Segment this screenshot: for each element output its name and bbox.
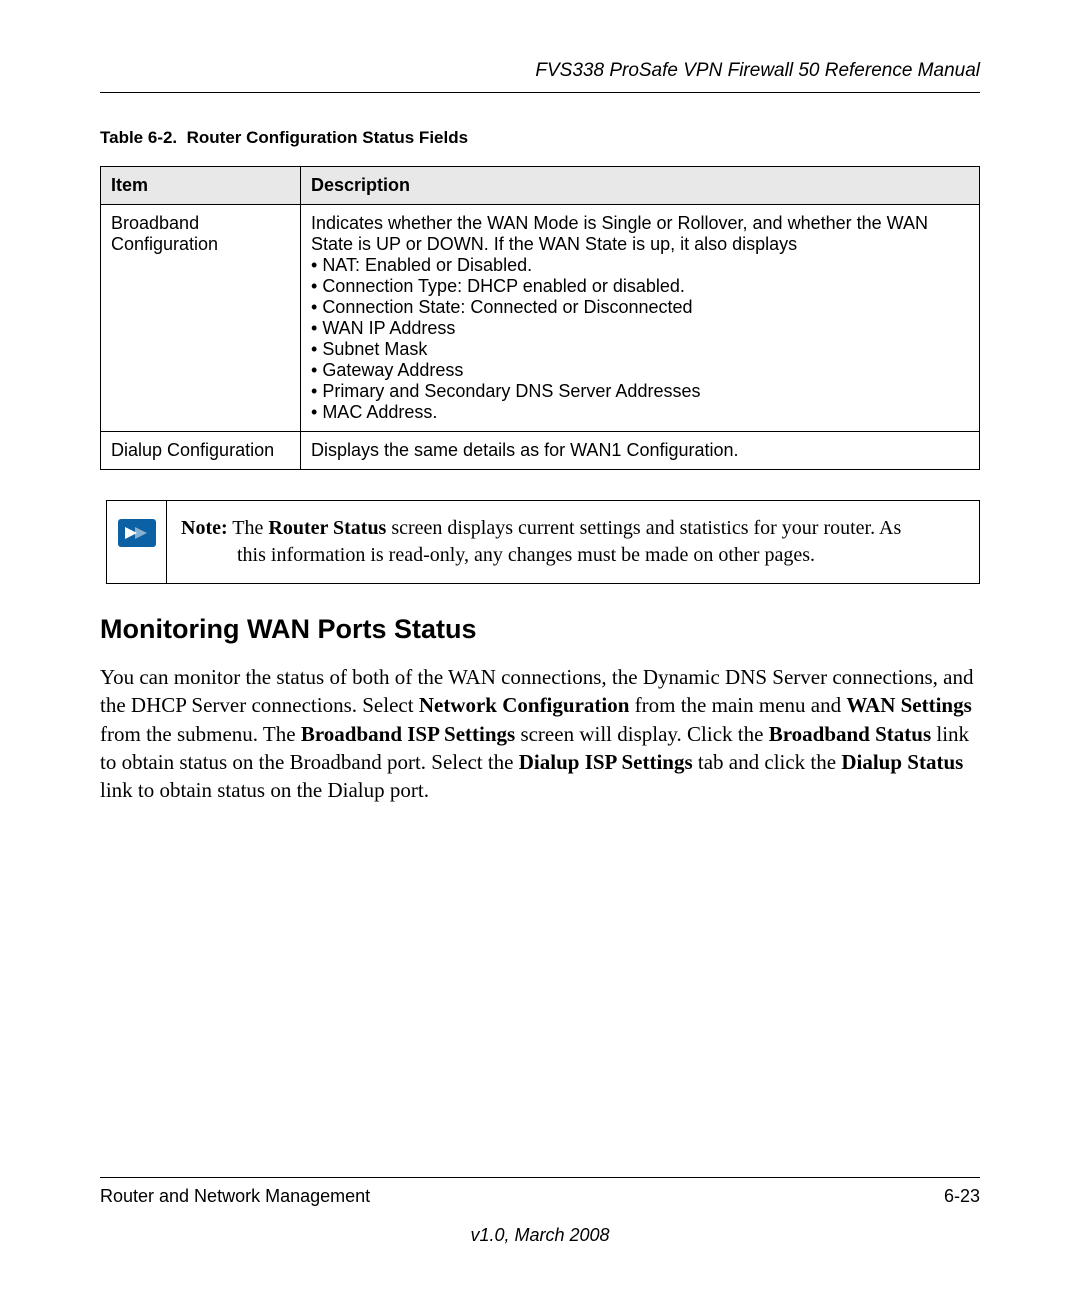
para-bold: Broadband ISP Settings bbox=[301, 722, 515, 746]
section-heading: Monitoring WAN Ports Status bbox=[100, 614, 980, 645]
footer-page: 6-23 bbox=[944, 1186, 980, 1207]
note-bold1: Router Status bbox=[268, 517, 386, 539]
bullet: NAT: Enabled or Disabled. bbox=[311, 255, 969, 276]
page-footer: Router and Network Management 6-23 v1.0,… bbox=[100, 1177, 980, 1246]
caption-prefix: Table 6-2. bbox=[100, 128, 177, 147]
bullet: Subnet Mask bbox=[311, 339, 969, 360]
table-row: Dialup Configuration Displays the same d… bbox=[101, 432, 980, 470]
desc-intro: Indicates whether the WAN Mode is Single… bbox=[311, 213, 969, 255]
para-bold: Dialup Status bbox=[841, 750, 963, 774]
para-bold: WAN Settings bbox=[846, 693, 971, 717]
bullet: Primary and Secondary DNS Server Address… bbox=[311, 381, 969, 402]
note-t2: screen displays current settings and sta… bbox=[386, 517, 901, 539]
cell-desc: Displays the same details as for WAN1 Co… bbox=[301, 432, 980, 470]
note-text: Note: The Router Status screen displays … bbox=[167, 501, 915, 583]
body-paragraph: You can monitor the status of both of th… bbox=[100, 663, 980, 805]
page-header: FVS338 ProSafe VPN Firewall 50 Reference… bbox=[100, 60, 980, 93]
bullet: MAC Address. bbox=[311, 402, 969, 423]
header-title: FVS338 ProSafe VPN Firewall 50 Reference… bbox=[535, 60, 980, 81]
note-line2: this information is read-only, any chang… bbox=[181, 542, 901, 569]
bullet: Gateway Address bbox=[311, 360, 969, 381]
table-caption: Table 6-2. Router Configuration Status F… bbox=[100, 128, 980, 148]
para-bold: Broadband Status bbox=[769, 722, 931, 746]
note-t1: The bbox=[228, 517, 269, 539]
arrow-right-icon bbox=[118, 519, 156, 547]
col-item: Item bbox=[101, 167, 301, 205]
footer-chapter: Router and Network Management bbox=[100, 1186, 370, 1207]
note-label: Note: bbox=[181, 517, 228, 539]
para-bold: Network Configuration bbox=[419, 693, 630, 717]
bullet: Connection Type: DHCP enabled or disable… bbox=[311, 276, 969, 297]
cell-item: Broadband Configuration bbox=[101, 205, 301, 432]
cell-item: Dialup Configuration bbox=[101, 432, 301, 470]
para-bold: Dialup ISP Settings bbox=[519, 750, 693, 774]
col-description: Description bbox=[301, 167, 980, 205]
cell-desc: Indicates whether the WAN Mode is Single… bbox=[301, 205, 980, 432]
para-text: from the main menu and bbox=[629, 693, 846, 717]
para-text: tab and click the bbox=[693, 750, 842, 774]
bullet: WAN IP Address bbox=[311, 318, 969, 339]
status-fields-table: Item Description Broadband Configuration… bbox=[100, 166, 980, 470]
para-text: link to obtain status on the Dialup port… bbox=[100, 778, 429, 802]
desc-bullets: NAT: Enabled or Disabled. Connection Typ… bbox=[311, 255, 969, 423]
footer-version: v1.0, March 2008 bbox=[100, 1225, 980, 1246]
para-text: from the submenu. The bbox=[100, 722, 301, 746]
table-row: Broadband Configuration Indicates whethe… bbox=[101, 205, 980, 432]
caption-title: Router Configuration Status Fields bbox=[187, 128, 468, 147]
note-icon-cell bbox=[107, 501, 167, 583]
para-text: screen will display. Click the bbox=[515, 722, 769, 746]
bullet: Connection State: Connected or Disconnec… bbox=[311, 297, 969, 318]
footer-line: Router and Network Management 6-23 bbox=[100, 1177, 980, 1207]
note-box: Note: The Router Status screen displays … bbox=[106, 500, 980, 584]
